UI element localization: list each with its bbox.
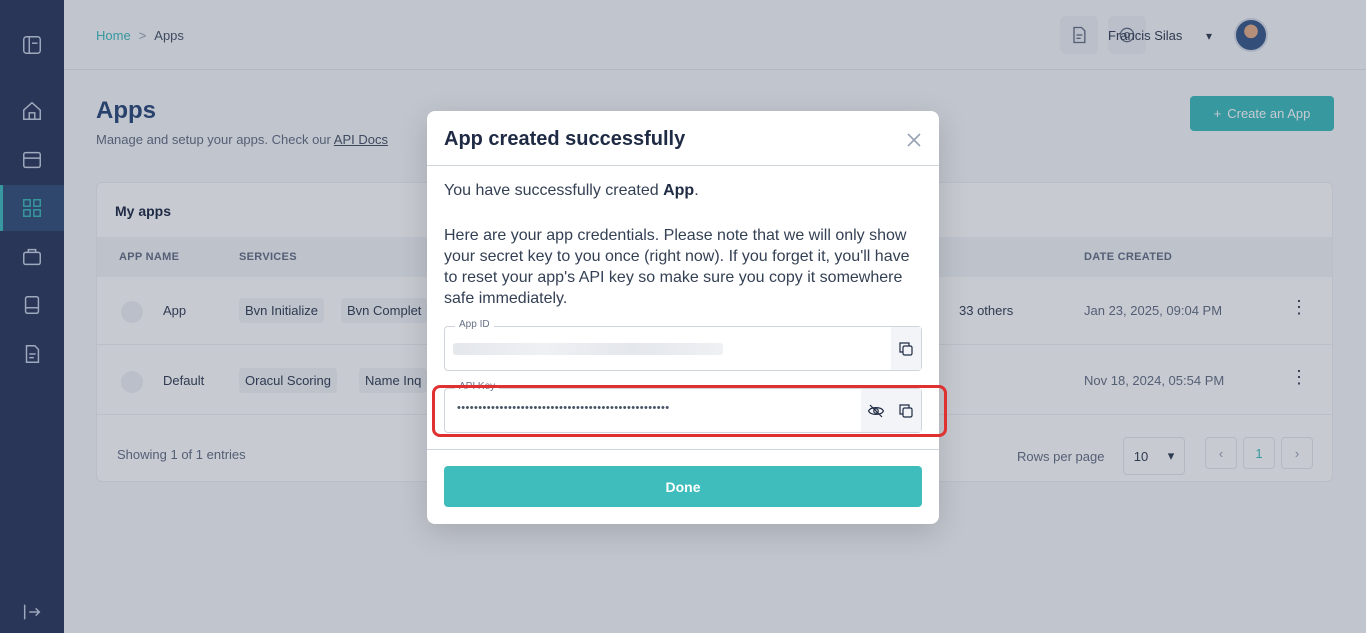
app-id-value-redacted xyxy=(453,343,723,355)
modal-divider xyxy=(427,165,939,166)
modal-message-suffix: . xyxy=(694,182,699,199)
close-icon[interactable] xyxy=(903,129,925,151)
copy-icon xyxy=(899,341,913,356)
api-key-highlight xyxy=(432,385,947,437)
copy-app-id-button[interactable] xyxy=(891,327,921,370)
credentials-note: Here are your app credentials. Please no… xyxy=(444,227,910,307)
modal-title: App created successfully xyxy=(444,128,686,150)
done-button[interactable]: Done xyxy=(444,466,922,507)
app-id-label: App ID xyxy=(455,319,494,330)
created-app-name: App xyxy=(663,182,695,199)
modal-message: You have successfully created App. xyxy=(444,182,699,200)
modal-message-prefix: You have successfully created xyxy=(444,182,664,199)
app-id-field[interactable]: App ID xyxy=(444,319,922,371)
app-created-modal: App created successfully You have succes… xyxy=(427,111,939,524)
modal-divider xyxy=(427,449,939,450)
